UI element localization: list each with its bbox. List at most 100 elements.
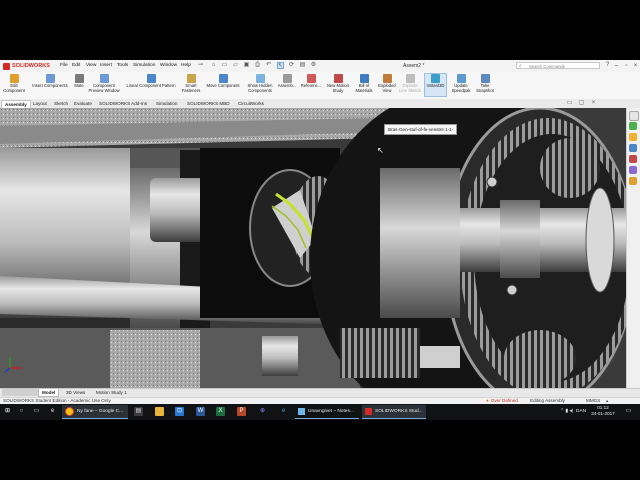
solidworks-logo[interactable]: SOLIDWORKS [3, 61, 51, 71]
tab-solidworks-add-ins[interactable]: SOLIDWORKS Add-Ins [96, 100, 150, 108]
window-close-icon[interactable]: × [590, 100, 597, 107]
store-icon[interactable]: ⊡ [175, 407, 184, 416]
linear-pattern-icon [146, 74, 156, 83]
menu-edit[interactable]: Edit [72, 61, 80, 71]
chrome-icon [65, 407, 74, 416]
pin-icon[interactable]: ⊸ [197, 62, 204, 69]
explode-line-sketch-button[interactable]: Explode Line Sketch [399, 74, 421, 94]
undo-icon[interactable]: ↶ [265, 62, 272, 69]
taskbar-clock[interactable]: 01:12 24-01-2017 [586, 405, 620, 419]
edit-component-button[interactable]: Edit Component [2, 74, 26, 94]
rebuild-icon[interactable]: ⟳ [288, 62, 295, 69]
exploded-view-button[interactable]: Exploded View [376, 74, 398, 94]
select-icon[interactable]: ↖ [277, 62, 284, 69]
instant3d-icon [431, 74, 440, 83]
smart-fasteners-icon [186, 74, 196, 83]
taskbar-app-notepad[interactable]: Unavngivet – Notes... [295, 405, 359, 419]
speedpak-icon [456, 74, 466, 83]
mate-button[interactable]: Mate [72, 74, 86, 89]
menu-window[interactable]: Window [160, 61, 177, 71]
language-indicator[interactable]: DAN [576, 405, 586, 419]
insert-components-button[interactable]: Insert Components [30, 74, 70, 89]
help-status-icon[interactable]: ▴ [606, 397, 608, 404]
tab-circuitworks[interactable]: CircuitWorks [235, 100, 267, 108]
save-icon[interactable]: ▣ [243, 62, 250, 69]
search-input[interactable]: ⌕ Search Commands [516, 62, 600, 69]
file-explorer-icon[interactable] [629, 133, 637, 141]
graphics-area[interactable]: ↖ [0, 108, 626, 388]
document-title: Assem2 * [403, 63, 425, 69]
excel-icon[interactable]: X [216, 407, 225, 416]
tab-solidworks-mbd[interactable]: SOLIDWORKS MBD [184, 100, 233, 108]
file-explorer-taskbar-icon[interactable]: ▤ [134, 407, 143, 416]
tab-model[interactable]: Model [38, 389, 60, 397]
word-icon[interactable]: W [196, 407, 205, 416]
assembly-features-icon [282, 74, 292, 83]
design-library-icon[interactable] [629, 122, 637, 130]
over-defined-status[interactable]: ● Over Defined [486, 397, 518, 404]
menu-insert[interactable]: Insert [100, 61, 112, 71]
tab-simulation[interactable]: Simulation [153, 100, 180, 108]
new-document-icon[interactable]: ▭ [221, 62, 228, 69]
menu-help[interactable]: Help [181, 61, 191, 71]
show-hidden-components-button[interactable]: Show Hidden Components [245, 74, 275, 94]
home-icon[interactable]: ⌂ [210, 62, 217, 69]
edge-icon[interactable]: e [48, 407, 57, 416]
minimize-button[interactable]: – [612, 61, 621, 71]
tray-icons[interactable]: ⌃ ▮ ◂) [560, 405, 573, 419]
reference-geometry-icon [306, 74, 316, 83]
action-center-icon[interactable]: ▭ [624, 407, 633, 416]
tab-layout[interactable]: Layout [30, 100, 50, 108]
tab-sketch[interactable]: Sketch [51, 100, 71, 108]
menu-simulation[interactable]: Simulation [133, 61, 155, 71]
assembly-features-button[interactable]: Assemb... [276, 74, 298, 89]
tab-scroll-controls[interactable] [2, 389, 40, 396]
menu-file[interactable]: File [60, 61, 68, 71]
view-palette-icon[interactable] [629, 144, 637, 152]
close-button[interactable]: × [631, 61, 640, 71]
tab-motion-study-1[interactable]: Motion Study 1 [93, 389, 130, 396]
taskbar-app-solidworks[interactable]: SOLIDWORKS Stud... [362, 405, 426, 419]
license-status: SOLIDWORKS Student Edition - Academic Us… [3, 398, 111, 403]
task-view-icon[interactable]: ▭ [32, 407, 41, 416]
appearances-icon[interactable] [629, 155, 637, 163]
search-icon: ⌕ [519, 63, 522, 69]
cursor-icon: ↖ [377, 146, 384, 155]
component-preview-window-button[interactable]: Component Preview Window [87, 74, 121, 94]
search-taskbar-icon[interactable]: ○ [17, 407, 26, 416]
explode-line-sketch-icon [405, 74, 415, 83]
options-icon[interactable]: ⚙ [310, 62, 317, 69]
linear-component-pattern-button[interactable]: Linear Component Pattern [123, 74, 179, 89]
instant3d-button[interactable]: Instant3D [424, 73, 447, 97]
smart-fasteners-button[interactable]: Smart Fasteners [180, 74, 202, 94]
menu-tools[interactable]: Tools [117, 61, 128, 71]
triad-axes-icon [4, 354, 24, 374]
units-selector[interactable]: MMGS [586, 397, 600, 404]
edge-browser-icon[interactable]: e [279, 407, 288, 416]
menu-view[interactable]: View [86, 61, 96, 71]
tab-3d-views[interactable]: 3D Views [63, 389, 88, 396]
notepad-icon [298, 408, 305, 415]
onenote-icon[interactable]: ⊕ [258, 407, 267, 416]
move-component-button[interactable]: Move Component [203, 74, 243, 89]
custom-properties-icon[interactable] [629, 166, 637, 174]
powerpoint-icon[interactable]: P [237, 407, 246, 416]
folder-icon[interactable] [155, 407, 164, 416]
new-motion-study-button[interactable]: New Motion Study [324, 74, 352, 94]
solidworks-forum-icon[interactable] [629, 177, 637, 185]
tab-evaluate[interactable]: Evaluate [71, 100, 95, 108]
print-icon[interactable]: ⎙ [254, 62, 261, 69]
bill-of-materials-button[interactable]: Bill of Materials [353, 74, 375, 94]
take-snapshot-button[interactable]: Take Snapshot [474, 74, 496, 94]
taskbar-app-chrome[interactable]: Ny fane – Google C... [62, 405, 128, 419]
restore-button[interactable]: ▫ [622, 61, 631, 71]
open-icon[interactable]: ▱ [232, 62, 239, 69]
restore-panel-icon[interactable]: ▢ [578, 100, 585, 107]
file-properties-icon[interactable]: ▤ [299, 62, 306, 69]
update-speedpak-button[interactable]: Update Speedpak [450, 74, 472, 94]
solidworks-resources-icon[interactable] [629, 111, 639, 121]
reference-geometry-button[interactable]: Referenc... [299, 74, 323, 89]
windows-start-icon[interactable]: ⊞ [3, 407, 12, 416]
maximize-panel-icon[interactable]: ▭ [566, 100, 573, 107]
help-icon[interactable]: ? [604, 62, 611, 69]
